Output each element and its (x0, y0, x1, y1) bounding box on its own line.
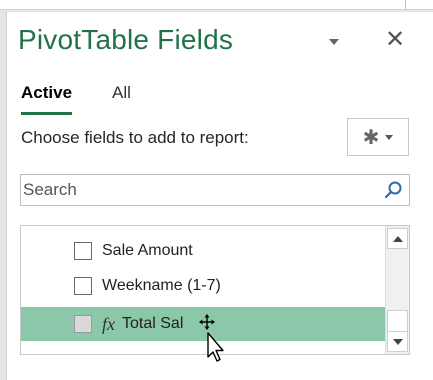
field-label: Sale Amount (102, 242, 193, 259)
field-row[interactable]: Sale Amount (21, 234, 385, 268)
pane-options-dropdown[interactable] (324, 32, 344, 52)
move-cursor-icon (199, 314, 224, 362)
tab-all[interactable]: All (112, 83, 131, 103)
tools-button[interactable]: ✱ (347, 118, 409, 156)
field-checkbox[interactable] (74, 315, 92, 333)
chevron-down-icon (385, 134, 394, 140)
top-strip-divider (405, 0, 406, 9)
pane-title: PivotTable Fields (18, 24, 234, 55)
vertical-scrollbar[interactable] (385, 226, 409, 354)
search-icon[interactable] (383, 180, 403, 200)
choose-fields-label: Choose fields to add to report: (21, 128, 249, 147)
scroll-down-button[interactable] (387, 331, 408, 352)
search-box[interactable] (20, 174, 410, 206)
field-label: Weekname (1-7) (102, 277, 221, 294)
close-icon: ✕ (384, 26, 406, 53)
field-checkbox[interactable] (74, 242, 92, 260)
top-strip (0, 0, 433, 10)
close-pane-button[interactable]: ✕ (383, 28, 407, 52)
field-row[interactable]: Weekname (1-7) (21, 269, 385, 303)
field-checkbox[interactable] (74, 277, 92, 295)
chevron-down-icon (392, 338, 403, 345)
tab-active[interactable]: Active (21, 83, 73, 115)
gear-icon: ✱ (362, 126, 380, 149)
chevron-up-icon (392, 235, 403, 242)
field-label: Total Sal (122, 315, 184, 332)
scroll-thumb[interactable] (387, 310, 408, 332)
chevron-down-icon (329, 39, 339, 45)
scroll-up-button[interactable] (387, 228, 408, 249)
search-input[interactable] (21, 175, 373, 205)
calculated-field-icon: fx (102, 313, 115, 334)
